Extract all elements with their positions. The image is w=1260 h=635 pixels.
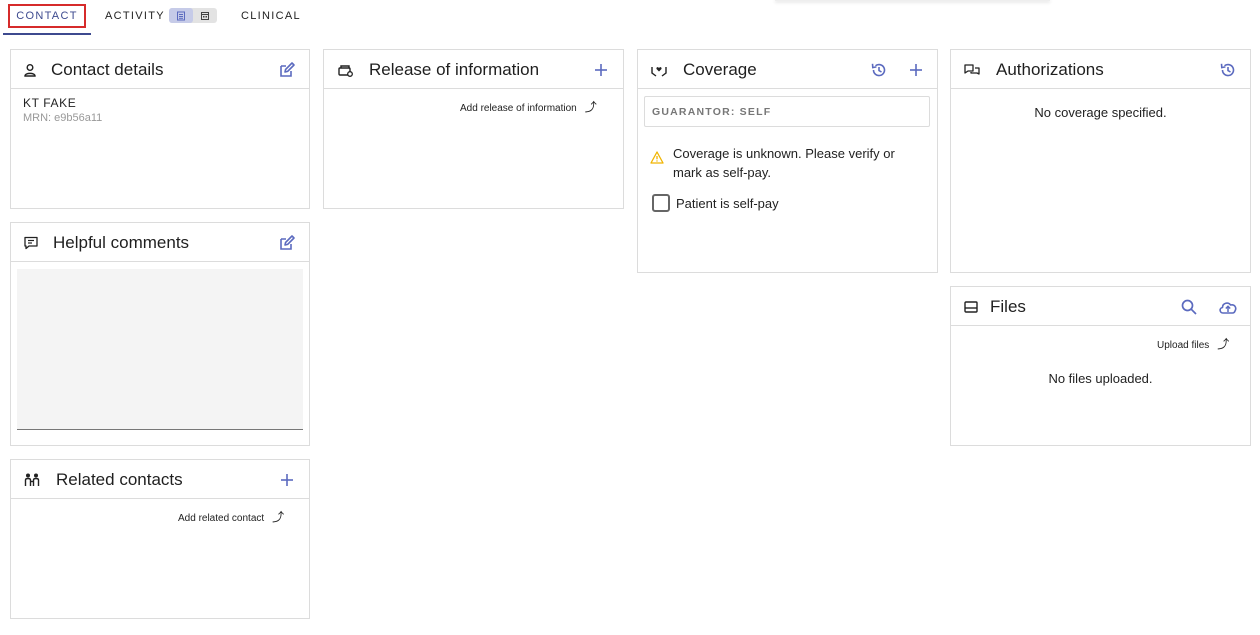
card-title: Coverage bbox=[683, 60, 757, 79]
warning-icon bbox=[650, 151, 664, 164]
history-icon[interactable] bbox=[1218, 60, 1238, 80]
contact-details-card: Contact details KT FAKE MRN: e9b56a11 bbox=[10, 49, 310, 209]
add-related-contact-link[interactable]: Add related contact ⤴ bbox=[178, 508, 284, 525]
card-header: Authorizations bbox=[951, 50, 1250, 89]
card-title: Helpful comments bbox=[53, 233, 190, 252]
arrow-up-icon: ⤴ bbox=[272, 510, 285, 524]
edit-icon[interactable] bbox=[277, 60, 297, 80]
chat-bubbles-icon bbox=[963, 62, 981, 78]
add-icon[interactable] bbox=[591, 60, 611, 80]
contact-mrn: MRN: e9b56a11 bbox=[23, 112, 103, 124]
cloud-upload-icon[interactable] bbox=[1217, 297, 1239, 317]
tab-activity[interactable]: ACTIVITY bbox=[105, 4, 165, 28]
arrow-up-icon: ⤴ bbox=[584, 100, 597, 114]
tab-contact[interactable]: CONTACT bbox=[8, 4, 86, 28]
active-tab-indicator bbox=[3, 33, 91, 35]
files-empty-text: No files uploaded. bbox=[1048, 371, 1153, 386]
action-label: Upload files bbox=[1157, 340, 1210, 351]
guarantor-field[interactable]: GUARANTOR: SELF bbox=[644, 96, 930, 127]
arrow-up-icon: ⤴ bbox=[1217, 337, 1230, 351]
list-view-icon[interactable] bbox=[169, 8, 193, 23]
self-pay-label: Patient is self-pay bbox=[676, 195, 779, 211]
activity-view-toggle[interactable] bbox=[169, 8, 217, 23]
add-release-of-information-link[interactable]: Add release of information ⤴ bbox=[460, 98, 597, 115]
warning-text: Coverage is unknown. Please verify or ma… bbox=[673, 146, 895, 180]
card-title: Files bbox=[990, 297, 1026, 316]
contact-name: KT FAKE bbox=[23, 96, 77, 110]
related-contacts-card: Related contacts Add related contact ⤴ bbox=[10, 459, 310, 619]
coverage-hands-icon bbox=[650, 62, 668, 78]
tab-bar: CONTACT ACTIVITY CLINICAL bbox=[0, 0, 1260, 35]
card-title: Release of information bbox=[369, 60, 540, 79]
edit-icon[interactable] bbox=[277, 233, 297, 253]
comment-icon bbox=[23, 235, 39, 251]
self-pay-checkbox-row[interactable]: Patient is self-pay bbox=[652, 194, 779, 212]
card-header: Helpful comments bbox=[11, 223, 309, 262]
release-icon bbox=[337, 62, 353, 78]
helpful-comments-textarea[interactable] bbox=[17, 269, 303, 430]
card-header: Release of information bbox=[324, 50, 623, 89]
card-header: Related contacts bbox=[11, 460, 309, 499]
card-header: Contact details bbox=[11, 50, 309, 89]
history-icon[interactable] bbox=[869, 60, 889, 80]
coverage-card: Coverage GUARANTOR: SELF Coverage is unk… bbox=[637, 49, 938, 273]
upload-files-link[interactable]: Upload files ⤴ bbox=[1157, 335, 1229, 352]
tab-clinical[interactable]: CLINICAL bbox=[241, 4, 301, 28]
add-icon[interactable] bbox=[906, 60, 926, 80]
action-label: Add related contact bbox=[178, 513, 265, 524]
search-icon[interactable] bbox=[1179, 297, 1199, 317]
card-header: Coverage bbox=[638, 50, 937, 89]
person-icon bbox=[22, 62, 38, 78]
card-header: Files bbox=[951, 287, 1250, 326]
card-title: Related contacts bbox=[56, 470, 183, 489]
card-title: Contact details bbox=[51, 60, 164, 79]
authorizations-empty-text: No coverage specified. bbox=[1034, 105, 1167, 120]
files-card: Files Upload files ⤴ No files uploaded. bbox=[950, 286, 1251, 446]
people-icon bbox=[23, 472, 41, 488]
helpful-comments-card: Helpful comments bbox=[10, 222, 310, 446]
authorizations-card: Authorizations No coverage specified. bbox=[950, 49, 1251, 273]
self-pay-checkbox[interactable] bbox=[652, 194, 670, 212]
release-of-information-card: Release of information Add release of in… bbox=[323, 49, 624, 209]
card-title: Authorizations bbox=[996, 60, 1104, 79]
calendar-view-icon[interactable] bbox=[193, 8, 217, 23]
popover-edge bbox=[775, 0, 1050, 1]
drive-icon bbox=[963, 299, 979, 315]
add-icon[interactable] bbox=[277, 470, 297, 490]
action-label: Add release of information bbox=[460, 103, 577, 114]
